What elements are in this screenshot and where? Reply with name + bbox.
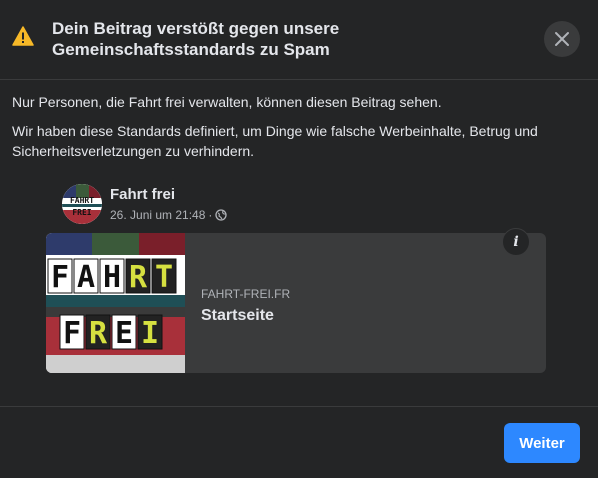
info-icon[interactable]: i: [502, 228, 530, 256]
svg-text:T: T: [155, 260, 173, 295]
svg-text:FAHRT: FAHRT: [70, 196, 94, 205]
warning-icon: [12, 26, 34, 46]
globe-icon: [215, 209, 228, 221]
svg-text:I: I: [141, 316, 159, 351]
svg-text:R: R: [89, 316, 108, 351]
svg-text:F: F: [63, 316, 81, 351]
page-avatar[interactable]: FAHRT FREI: [62, 184, 102, 224]
link-thumbnail: F A H R T F R E I: [46, 233, 185, 373]
dialog-title: Dein Beitrag verstößt gegen unsere Gemei…: [52, 19, 340, 59]
dialog-header: Dein Beitrag verstößt gegen unsere Gemei…: [0, 0, 598, 80]
svg-text:F: F: [51, 260, 69, 295]
post-meta: 26. Juni um 21:48 ·: [110, 208, 228, 222]
svg-text:E: E: [115, 316, 133, 351]
spam-warning-dialog: Dein Beitrag verstößt gegen unsere Gemei…: [0, 0, 598, 478]
close-button[interactable]: [544, 21, 580, 57]
fahrt-frei-logo: FAHRT FREI: [62, 184, 102, 224]
svg-text:R: R: [129, 260, 148, 295]
dialog-footer: Weiter: [0, 406, 598, 478]
link-domain: FAHRT-FREI.FR: [201, 287, 291, 301]
standards-explanation: Wir haben diese Standards definiert, um …: [12, 123, 538, 159]
link-info: FAHRT-FREI.FR Startseite: [201, 287, 290, 325]
post-date[interactable]: 26. Juni um 21:48: [110, 208, 205, 222]
close-icon: [555, 32, 569, 46]
link-preview-card[interactable]: F A H R T F R E I FAHRT-FREI.FR Startsei…: [46, 233, 546, 373]
next-button[interactable]: Weiter: [504, 423, 580, 463]
post-author[interactable]: Fahrt frei: [110, 186, 175, 203]
svg-text:H: H: [103, 260, 121, 295]
visibility-notice: Nur Personen, die Fahrt frei verwalten, …: [12, 94, 442, 110]
link-title[interactable]: Startseite: [201, 307, 290, 325]
svg-text:FREI: FREI: [72, 208, 91, 217]
svg-text:A: A: [77, 260, 95, 295]
meta-separator: ·: [208, 208, 213, 222]
thumbnail-image: F A H R T F R E I: [46, 233, 185, 373]
